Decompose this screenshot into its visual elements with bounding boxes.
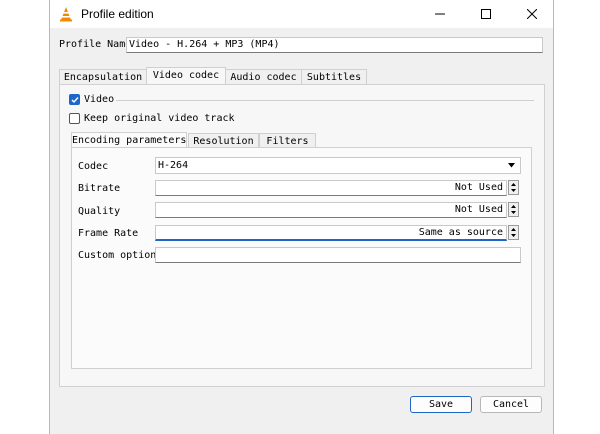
title-bar: Profile edition <box>50 0 553 28</box>
framerate-spinner[interactable] <box>508 225 519 240</box>
subtab-label: Resolution <box>193 136 254 147</box>
codec-label: Codec <box>78 161 109 172</box>
tab-label: Encapsulation <box>63 72 143 83</box>
bitrate-label: Bitrate <box>78 183 121 194</box>
bitrate-value: Not Used <box>454 182 503 193</box>
close-icon <box>527 9 537 19</box>
custom-options-input[interactable] <box>155 247 521 263</box>
quality-value: Not Used <box>454 204 503 215</box>
framerate-value: Same as source <box>418 227 503 238</box>
spinner-down-icon[interactable] <box>509 187 518 193</box>
tab-label: Audio codec <box>230 72 297 83</box>
bitrate-spinner[interactable] <box>508 180 519 195</box>
save-button[interactable]: Save <box>410 396 472 413</box>
close-button[interactable] <box>509 0 555 28</box>
profile-name-label: Profile Name <box>59 39 132 50</box>
profile-name-input[interactable]: Video - H.264 + MP3 (MP4) <box>126 37 543 53</box>
quality-label: Quality <box>78 206 121 217</box>
minimize-button[interactable] <box>417 0 463 28</box>
codec-dropdown[interactable]: H-264 <box>155 157 521 174</box>
profile-name-value: Video - H.264 + MP3 (MP4) <box>129 39 280 50</box>
video-group-divider <box>116 100 534 101</box>
minimize-icon <box>435 13 445 15</box>
video-checkbox[interactable] <box>69 94 80 105</box>
quality-input[interactable]: Not Used <box>155 202 507 218</box>
chevron-down-icon <box>508 163 515 168</box>
subtab-label: Filters <box>266 136 309 147</box>
maximize-icon <box>481 9 491 19</box>
bitrate-input[interactable]: Not Used <box>155 180 507 196</box>
keep-original-checkbox[interactable] <box>69 113 80 124</box>
tab-label: Subtitles <box>306 72 362 83</box>
window-title: Profile edition <box>81 7 154 21</box>
spinner-down-icon[interactable] <box>509 209 518 215</box>
keep-original-label: Keep original video track <box>84 113 235 124</box>
quality-spinner[interactable] <box>508 202 519 217</box>
spinner-down-icon[interactable] <box>509 232 518 238</box>
subtab-label: Encoding parameters <box>72 135 187 146</box>
codec-value: H-264 <box>158 160 189 171</box>
cancel-button[interactable]: Cancel <box>480 396 542 413</box>
maximize-button[interactable] <box>463 0 509 28</box>
tab-label: Video codec <box>152 70 220 81</box>
video-checkbox-label: Video <box>84 94 115 105</box>
checkmark-icon <box>71 97 79 104</box>
framerate-input[interactable]: Same as source <box>155 225 507 241</box>
custom-options-label: Custom options <box>78 250 163 261</box>
framerate-label: Frame Rate <box>78 228 139 239</box>
vlc-cone-icon <box>60 7 72 22</box>
